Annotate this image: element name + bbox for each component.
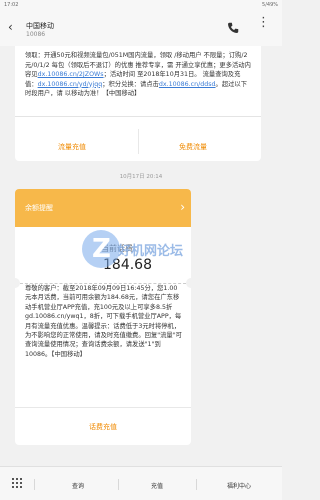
divider [34, 479, 35, 490]
message-actions: 流量充值 免费流量 [15, 116, 261, 161]
free-data-button[interactable]: 免费流量 [179, 142, 207, 152]
back-icon[interactable]: ‹ [8, 20, 13, 34]
watermark-logo: Z [82, 230, 120, 268]
watermark-text: 好机网论坛 [118, 244, 184, 259]
message-text: 领取：开通50元和视频流量包/051M国内流量，领取 /移动用户 不限量；订购/… [25, 52, 251, 97]
chevron-right-icon: › [180, 200, 185, 214]
tab-recharge[interactable]: 充值 [151, 481, 163, 490]
card-header[interactable]: 余额提醒 › [15, 189, 191, 227]
status-bar: 17:02 5/49% [0, 0, 282, 11]
status-indicators: 5/49% [262, 2, 278, 8]
tab-query[interactable]: 查询 [72, 481, 84, 490]
bottom-menu: 查询 充值 福利中心 [0, 466, 282, 500]
divider [118, 479, 119, 490]
phone-icon[interactable] [226, 21, 240, 35]
more-options-icon[interactable]: ⋮ [257, 16, 270, 29]
message-link[interactable]: dx.10086.cn/ddsd [159, 81, 216, 88]
message-link[interactable]: dx.10086.cn/yd/yjqq [38, 81, 103, 88]
card-notch [186, 278, 191, 288]
bill-recharge-button[interactable]: 话费充值 [15, 422, 191, 432]
tab-benefits[interactable]: 福利中心 [227, 481, 251, 490]
divider [138, 129, 139, 154]
divider [196, 479, 197, 490]
conversation-header: ‹ 中国移动 10086 ⋮ [0, 11, 282, 46]
card-footer: 话费充值 [15, 407, 191, 445]
contact-number: 10086 [26, 31, 46, 38]
card-notch [15, 278, 20, 288]
keyboard-icon[interactable] [12, 478, 22, 488]
watermark: Z 好机网论坛 [82, 230, 183, 274]
message-link[interactable]: dx.10086.cn/2JZOWs [38, 71, 104, 78]
card-title: 余额提醒 [25, 204, 53, 212]
data-recharge-button[interactable]: 流量充值 [58, 142, 86, 152]
message-bubble: 领取：开通50元和视频流量包/051M国内流量，领取 /移动用户 不限量；订购/… [15, 46, 261, 161]
card-body-text: 尊敬的客户：截至2018年09月09日16:45分，您1.00元本月话费，当前可… [25, 285, 182, 358]
contact-name: 中国移动 [26, 22, 54, 30]
status-time: 17:02 [4, 2, 19, 8]
message-timestamp: 10月17日 20:14 [119, 174, 163, 180]
balance-card: 余额提醒 › 当前话费 184.68 尊敬的客户：截至2018年09月09日16… [15, 189, 191, 445]
